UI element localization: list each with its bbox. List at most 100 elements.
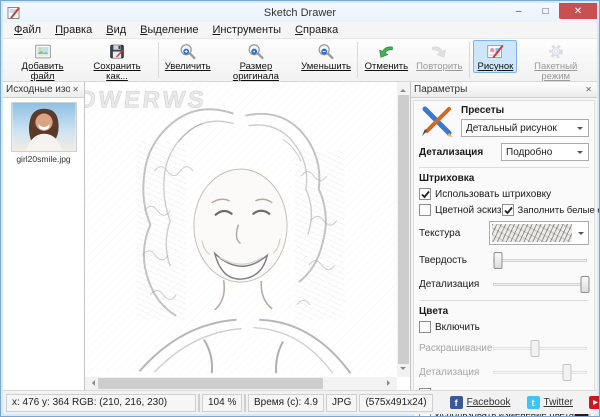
add-file-label: Добавить файл bbox=[21, 61, 64, 83]
menu-file[interactable]: Файл bbox=[7, 23, 48, 37]
picture-icon bbox=[487, 45, 504, 58]
source-panel-close-icon[interactable]: ✕ bbox=[70, 85, 81, 94]
youtube-link[interactable]: ▶ Youtube bbox=[588, 396, 599, 409]
redo-label: Повторить bbox=[416, 61, 463, 72]
colors-detail-label: Детализация bbox=[419, 367, 480, 378]
source-thumbnail[interactable] bbox=[10, 102, 77, 152]
hatch-detail-slider-thumb[interactable] bbox=[580, 276, 590, 293]
toolbar-separator bbox=[356, 42, 358, 78]
hatching-group-title: Штриховка bbox=[419, 173, 475, 184]
colorize-slider-thumb[interactable] bbox=[530, 340, 540, 357]
maximize-button[interactable]: □ bbox=[532, 3, 559, 19]
parameters-panel: Параметры ✕ Пресеты Детальный рисунок Де… bbox=[411, 82, 599, 416]
menu-help[interactable]: Справка bbox=[288, 23, 345, 37]
menu-tools[interactable]: Инструменты bbox=[205, 23, 288, 37]
toolbar-separator bbox=[158, 42, 159, 78]
redo-button[interactable]: Повторить bbox=[412, 40, 466, 73]
color-sketch-checkbox[interactable]: Цветной эскиз bbox=[419, 204, 502, 216]
chevron-down-icon bbox=[578, 232, 584, 238]
detail-label: Детализация bbox=[419, 146, 484, 158]
undo-button[interactable]: Отменить bbox=[361, 40, 412, 73]
toolbar-group-history: Отменить Повторить bbox=[361, 40, 467, 73]
parameters-title: Параметры bbox=[414, 84, 468, 95]
close-button[interactable]: ✕ bbox=[559, 3, 597, 19]
colors-detail-slider-row: Детализация bbox=[419, 364, 589, 381]
presets-label: Пресеты bbox=[461, 105, 505, 116]
detail-value: Подробно bbox=[506, 146, 553, 158]
add-file-icon bbox=[34, 44, 51, 59]
menu-view[interactable]: Вид bbox=[99, 23, 133, 37]
menu-selection[interactable]: Выделение bbox=[133, 23, 205, 37]
colors-detail-slider[interactable] bbox=[491, 364, 589, 381]
undo-icon bbox=[379, 46, 394, 58]
status-empty bbox=[244, 393, 246, 412]
picture-mode-label: Рисунок bbox=[477, 61, 514, 72]
youtube-icon: ▶ bbox=[588, 396, 599, 409]
canvas-view[interactable]: OWERWS bbox=[85, 82, 411, 390]
sketch-image[interactable]: OWERWS bbox=[85, 82, 397, 375]
scroll-down-icon[interactable] bbox=[400, 367, 406, 373]
status-time: Время (с): 4.9 bbox=[248, 393, 324, 412]
hatch-detail-slider[interactable] bbox=[491, 276, 590, 293]
horizontal-scroll-thumb[interactable] bbox=[98, 378, 323, 389]
zoom-in-button[interactable]: Увеличить bbox=[162, 40, 213, 73]
scroll-up-icon[interactable] bbox=[400, 86, 406, 92]
add-file-button[interactable]: Добавить файл bbox=[6, 40, 79, 84]
menu-bar: Файл Правка Вид Выделение Инструменты Сп… bbox=[3, 22, 597, 39]
zoom-original-button[interactable]: Размер оригинала bbox=[213, 40, 298, 84]
twitter-link[interactable]: t Twitter bbox=[526, 396, 573, 409]
vertical-scrollbar[interactable] bbox=[397, 82, 410, 377]
scroll-left-icon[interactable] bbox=[89, 380, 95, 386]
vertical-scroll-thumb[interactable] bbox=[398, 95, 409, 364]
save-as-label: Сохранить как... bbox=[93, 61, 141, 83]
colors-group-title: Цвета bbox=[419, 306, 449, 317]
save-as-button[interactable]: Сохранить как... bbox=[79, 40, 155, 84]
checkbox-box[interactable] bbox=[419, 204, 431, 216]
minimize-button[interactable]: – bbox=[505, 3, 532, 19]
parameters-header: Параметры ✕ bbox=[411, 82, 597, 98]
thumbnail-caption: girl20smile.jpg bbox=[16, 154, 71, 164]
zoom-in-icon bbox=[180, 44, 196, 60]
presets-value: Детальный рисунок bbox=[466, 122, 557, 134]
fill-white-checkbox[interactable]: Заполнить белые области bbox=[501, 204, 599, 216]
workspace: Исходные изоб... ✕ bbox=[3, 82, 599, 416]
redo-icon bbox=[432, 46, 447, 58]
source-images-header: Исходные изоб... ✕ bbox=[3, 82, 84, 98]
hatch-detail-slider-row: Детализация bbox=[419, 276, 590, 293]
watermark-text: OWERWS bbox=[85, 87, 208, 114]
undo-label: Отменить bbox=[364, 61, 409, 72]
hardness-slider[interactable] bbox=[491, 252, 589, 269]
detail-select[interactable]: Подробно bbox=[501, 143, 589, 161]
horizontal-scrollbar[interactable] bbox=[85, 377, 397, 390]
zoom-out-button[interactable]: Уменьшить bbox=[298, 40, 353, 73]
picture-mode-button[interactable]: Рисунок bbox=[473, 40, 518, 74]
menu-edit[interactable]: Правка bbox=[48, 23, 99, 37]
twitter-icon: t bbox=[526, 396, 540, 409]
zoom-in-label: Увеличить bbox=[164, 61, 211, 72]
social-links: f Facebook t Twitter ▶ Youtube bbox=[449, 396, 599, 409]
status-spacer bbox=[198, 393, 200, 412]
enable-colors-checkbox[interactable]: Включить bbox=[419, 321, 589, 333]
checkbox-box[interactable] bbox=[419, 321, 431, 333]
checkbox-box[interactable] bbox=[419, 188, 431, 200]
toolbar: Добавить файл Сохранить как... Увеличить… bbox=[3, 39, 597, 82]
colorize-slider[interactable] bbox=[491, 340, 589, 357]
batch-mode-button[interactable]: Пакетный режим bbox=[517, 40, 594, 84]
colors-detail-slider-thumb[interactable] bbox=[562, 364, 572, 381]
chevron-down-icon bbox=[577, 127, 583, 133]
facebook-link[interactable]: f Facebook bbox=[449, 396, 511, 409]
texture-preview bbox=[492, 224, 572, 242]
parameters-close-icon[interactable]: ✕ bbox=[583, 85, 594, 94]
colorize-label: Раскрашивание bbox=[419, 343, 493, 354]
save-as-icon bbox=[110, 44, 124, 59]
zoom-out-icon bbox=[318, 44, 334, 60]
use-hatching-checkbox[interactable]: Использовать штриховку bbox=[419, 188, 589, 200]
toolbar-group-zoom: Увеличить Размер оригинала Уменьшить bbox=[162, 40, 354, 84]
hardness-slider-thumb[interactable] bbox=[493, 252, 503, 269]
scroll-right-icon[interactable] bbox=[387, 380, 393, 386]
texture-select[interactable] bbox=[489, 221, 589, 245]
texture-label: Текстура bbox=[419, 227, 461, 239]
title-bar: Sketch Drawer – □ ✕ bbox=[3, 3, 597, 22]
presets-select[interactable]: Детальный рисунок bbox=[461, 119, 589, 137]
checkbox-box[interactable] bbox=[501, 204, 514, 216]
